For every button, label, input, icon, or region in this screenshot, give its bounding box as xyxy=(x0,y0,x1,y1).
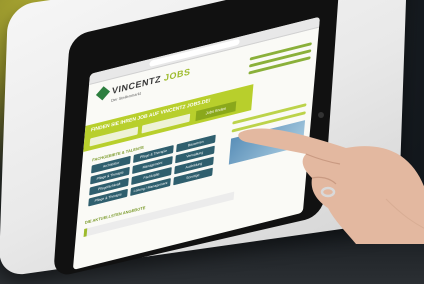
logo-icon xyxy=(95,86,111,101)
logo-accent: JOBS xyxy=(163,66,191,84)
side-links xyxy=(248,38,312,78)
pointing-hand xyxy=(238,128,424,244)
photo-scene: VINCENTZ JOBS Der Stellenmarkt FINDEN SI… xyxy=(0,0,424,284)
